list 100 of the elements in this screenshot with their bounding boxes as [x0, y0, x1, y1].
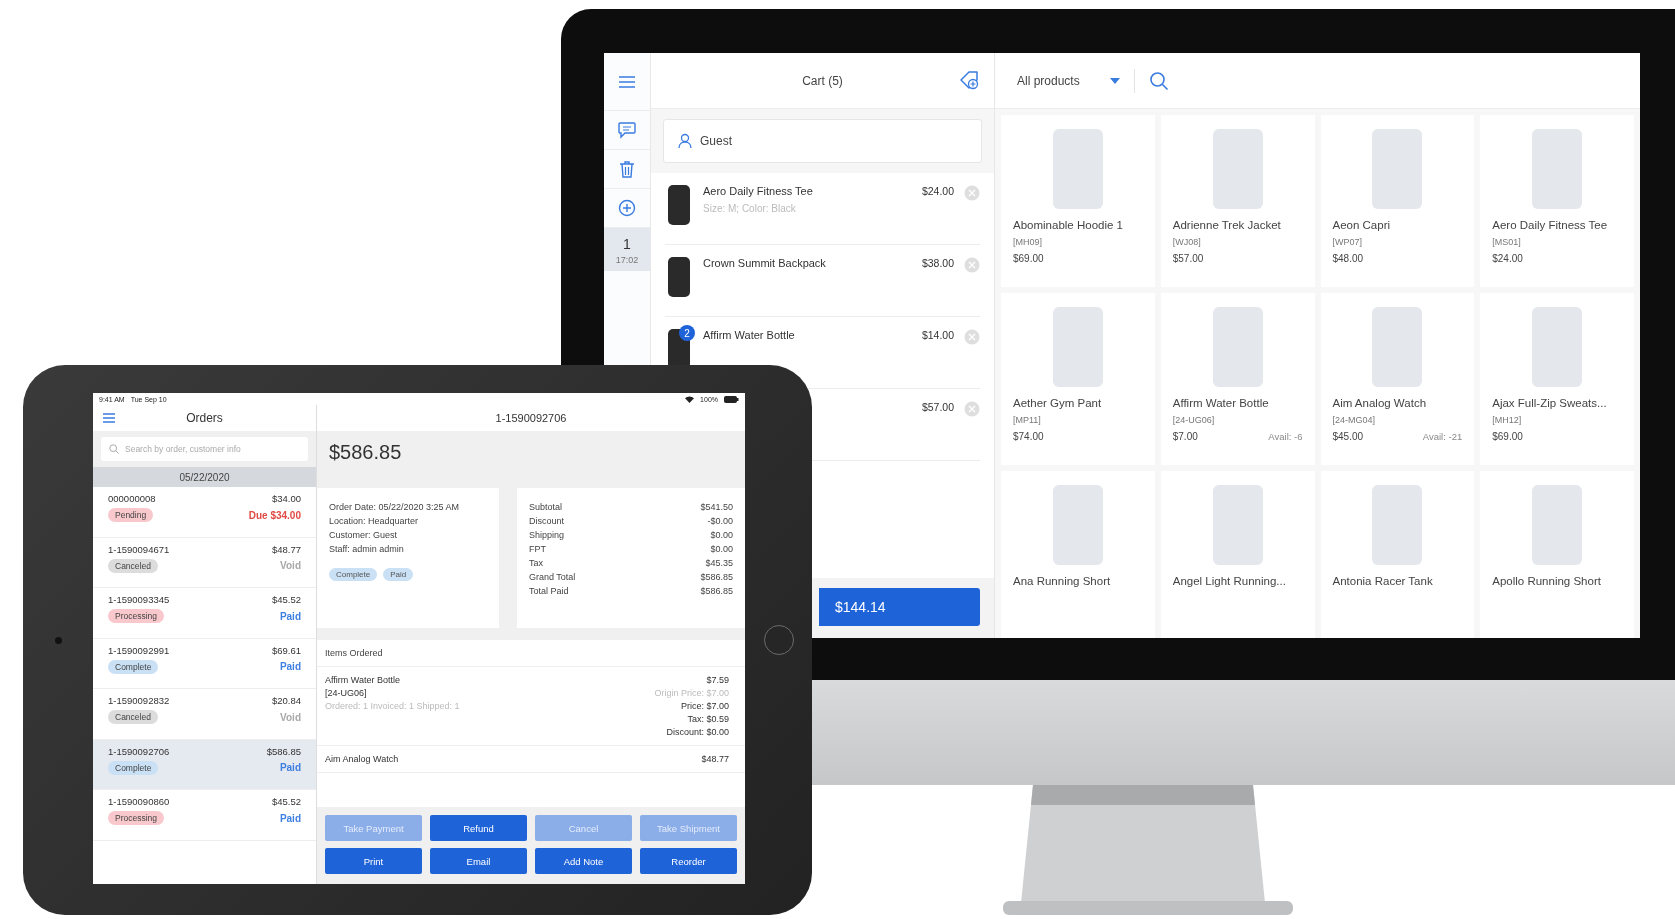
total-label: Shipping — [529, 530, 565, 540]
action-button[interactable]: Reorder — [640, 848, 737, 874]
price-line: Price: $7.00 — [680, 701, 729, 711]
status-badge: Processing — [108, 609, 165, 623]
photo-placeholder — [668, 185, 690, 225]
status-badge: Canceled — [108, 558, 158, 573]
search-icon[interactable] — [1148, 70, 1169, 91]
item-price: $38.00 — [921, 257, 954, 269]
product-card[interactable]: Angel Light Running... — [1160, 471, 1315, 638]
item-name: Affirm Water Bottle — [325, 675, 402, 685]
price-line: Discount: $0.00 — [666, 727, 729, 737]
order-number: 1-1590093345 — [108, 594, 170, 605]
order-title: 1-1590092706 — [495, 412, 567, 424]
order-number: 000000008 — [108, 493, 156, 504]
payment-status: Paid — [279, 661, 301, 672]
product-card[interactable]: Ajax Full-Zip Sweats... [MH12] $69.00 — [1480, 293, 1634, 465]
status-badge: Complete — [108, 659, 159, 674]
product-card[interactable]: Abominable Hoodie 1 [MH09] $69.00 — [1001, 115, 1155, 287]
payment-status: Void — [280, 711, 301, 723]
total-value: $0.00 — [710, 544, 733, 554]
photo-placeholder — [668, 257, 690, 297]
product-card[interactable]: Antonia Racer Tank — [1320, 471, 1475, 638]
order-total: $69.61 — [271, 644, 301, 656]
product-card[interactable]: Aim Analog Watch [24-MG04] $45.00 Avail: -21 — [1320, 293, 1475, 465]
chat-bubble-icon[interactable] — [617, 120, 637, 140]
item-options: Size: M; Color: Black — [703, 203, 912, 214]
payment-status: Paid — [279, 812, 301, 824]
item-sku: [24-UG06] — [325, 688, 368, 698]
trash-icon[interactable] — [617, 159, 637, 179]
item-name: Crown Summit Backpack — [703, 257, 827, 269]
product-card[interactable]: Ana Running Short — [1001, 471, 1155, 638]
total-label: FPT — [529, 544, 546, 554]
person-icon — [678, 133, 692, 149]
product-card[interactable]: Apollo Running Short — [1480, 471, 1634, 638]
payment-status: Void — [280, 560, 301, 571]
order-total: $586.85 — [266, 745, 301, 757]
payment-status: Due $34.00 — [248, 509, 301, 521]
tag-add-icon[interactable] — [958, 69, 980, 91]
item-total: $7.59 — [706, 675, 729, 685]
total-value: $586.85 — [700, 572, 733, 582]
cart-title: Cart (5) — [802, 73, 843, 88]
price-line: Origin Price: $7.00 — [654, 688, 729, 698]
item-name: Aero Daily Fitness Tee — [703, 185, 814, 197]
add-circle-icon[interactable] — [617, 198, 637, 218]
action-button[interactable]: Refund — [430, 815, 527, 841]
item-name: Aim Analog Watch — [325, 754, 399, 764]
search-icon — [109, 444, 119, 454]
checkout-button[interactable]: $144.14 — [819, 588, 980, 626]
home-button[interactable] — [763, 625, 794, 655]
product-card[interactable]: Affirm Water Bottle [24-UG06] $7.00 Avail: -6 — [1160, 293, 1315, 465]
status-badge: Complete — [108, 760, 159, 775]
date-header: 05/22/2020 — [93, 467, 316, 487]
customer-field[interactable]: Guest — [663, 119, 982, 163]
item-price: $24.00 — [921, 185, 954, 197]
search-field[interactable]: Search by order, customer info — [101, 437, 308, 461]
order-row[interactable]: 1-1590092706 $586.85 Complete Paid — [93, 739, 316, 790]
order-number: 1-1590092706 — [108, 745, 170, 757]
wifi-icon — [685, 395, 695, 403]
order-number: 1-1590090860 — [108, 796, 170, 807]
action-button[interactable]: Add Note — [535, 848, 632, 874]
caret-icon — [1109, 77, 1120, 84]
order-number: 1-1590092991 — [108, 644, 170, 656]
status-badge: Pending — [108, 508, 154, 522]
total-label: Tax — [529, 558, 543, 568]
total-label: Subtotal — [529, 502, 563, 512]
battery-icon — [724, 395, 739, 403]
item-quantities: Ordered: 1 Invoiced: 1 Shipped: 1 — [325, 701, 460, 711]
held-cart-tab[interactable]: 1 17:02 — [604, 228, 650, 271]
category-dropdown[interactable]: All products — [1017, 73, 1120, 88]
total-label: Discount — [529, 516, 564, 526]
item-price: $57.00 — [921, 401, 954, 413]
product-card[interactable]: Aether Gym Pant [MP11] $74.00 — [1001, 293, 1155, 465]
order-number: 1-1590094671 — [108, 543, 170, 555]
item-total: $48.77 — [701, 754, 729, 764]
status-badge: Canceled — [108, 710, 158, 724]
payment-status: Paid — [279, 762, 301, 773]
order-total: $34.00 — [271, 493, 301, 504]
item-name: Affirm Water Bottle — [703, 329, 796, 341]
action-button[interactable]: Print — [325, 848, 422, 874]
total-value: -$0.00 — [707, 516, 733, 526]
info-line: Customer: Guest — [329, 530, 399, 540]
product-card[interactable]: Adrienne Trek Jacket [WJ08] $57.00 — [1160, 115, 1315, 287]
total-value: $541.50 — [700, 502, 733, 512]
camera-dot — [54, 636, 62, 644]
info-line: Order Date: 05/22/2020 3:25 AM — [329, 502, 461, 512]
order-total: $20.84 — [271, 695, 301, 706]
orders-title: Orders — [186, 411, 223, 425]
status-badge: Processing — [108, 811, 165, 825]
total-value: $0.00 — [710, 530, 733, 540]
action-button[interactable]: Email — [430, 848, 527, 874]
info-line: Staff: admin admin — [329, 544, 405, 554]
info-line: Location: Headquarter — [329, 516, 420, 526]
order-number: 1-1590092832 — [108, 695, 170, 706]
menu-icon[interactable] — [102, 412, 116, 424]
product-card[interactable]: Aero Daily Fitness Tee [MS01] $24.00 — [1480, 115, 1634, 287]
status-badge: Complete — [329, 568, 378, 581]
status-badge: Paid — [383, 568, 414, 581]
total-label: Grand Total — [529, 572, 576, 582]
order-amount: $586.85 — [329, 441, 402, 463]
product-card[interactable]: Aeon Capri [WP07] $48.00 — [1320, 115, 1475, 287]
